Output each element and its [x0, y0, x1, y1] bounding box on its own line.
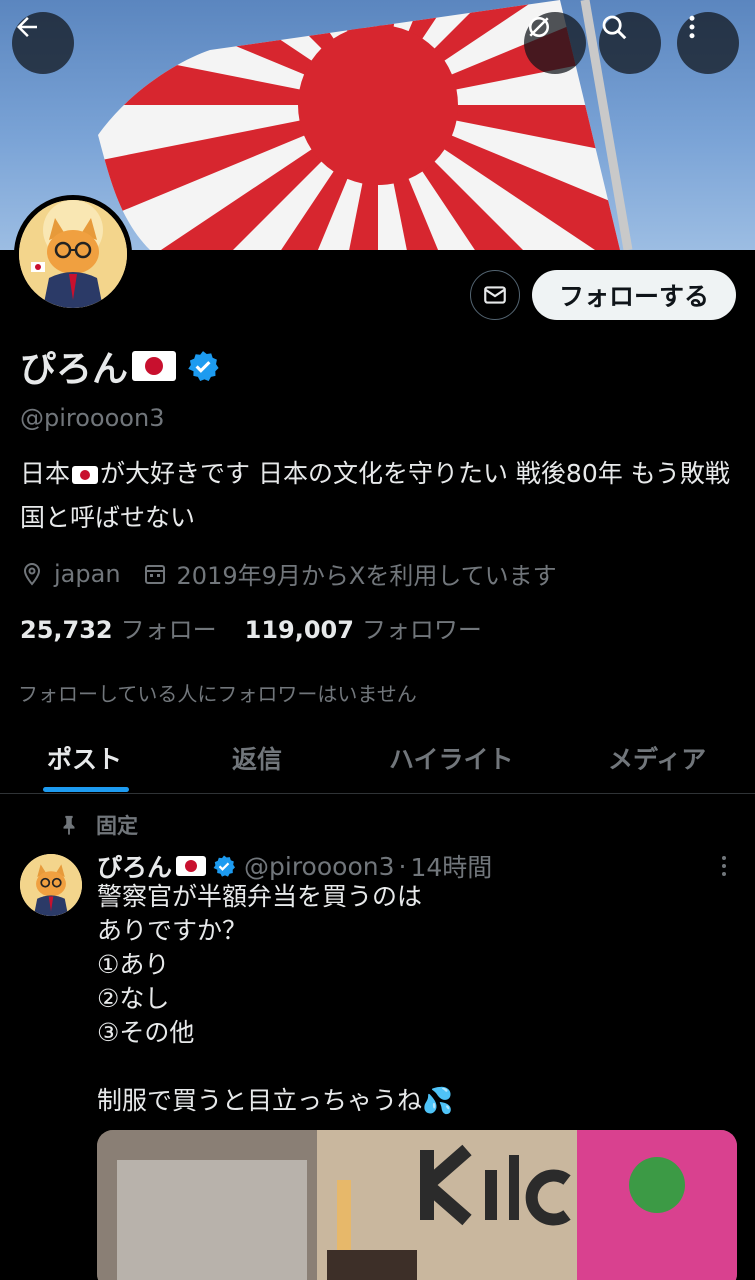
- followers-label: フォロワー: [361, 616, 482, 644]
- post-text: 警察官が半額弁当を買うのは ありですか？ ①あり ②なし ③その他 制服で買うと…: [97, 882, 454, 1115]
- mutual-followers-note: フォローしている人にフォロワーはいません: [18, 682, 417, 706]
- store-photo: [97, 1130, 737, 1280]
- post-separator: ·: [398, 851, 407, 881]
- follow-button[interactable]: フォローする: [532, 270, 736, 320]
- profile-name: ぴろん: [20, 349, 129, 390]
- envelope-icon: [484, 286, 506, 304]
- verified-badge-icon: [213, 855, 236, 877]
- tab-replies[interactable]: 返信: [232, 740, 282, 776]
- grok-button[interactable]: [524, 12, 586, 74]
- profile-tabs: ポスト 返信 ハイライト メディア: [0, 730, 755, 794]
- search-button[interactable]: [599, 12, 661, 74]
- more-vertical-icon: [689, 15, 695, 39]
- pinned-label: 固定: [96, 814, 138, 838]
- following-count: 25,732: [20, 616, 113, 644]
- post-author-avatar[interactable]: [20, 854, 82, 916]
- japan-flag-emoji: [72, 466, 99, 484]
- post-header: ぴろん @piroooon3 · 14時間: [97, 848, 492, 884]
- profile-bio: 日本 が大好きです 日本の文化を守りたい 戦後80年 もう敗戦国と呼ばせない: [20, 452, 735, 540]
- search-icon: [602, 15, 627, 40]
- profile-meta: japan 2019年9月からXを利用しています: [20, 556, 557, 591]
- following-link[interactable]: 25,732 フォロー: [20, 610, 217, 645]
- arrow-left-icon: [17, 17, 37, 37]
- post-media-image[interactable]: [97, 1130, 737, 1280]
- verified-badge-icon[interactable]: [186, 349, 220, 383]
- post-author-name[interactable]: ぴろん: [97, 848, 172, 884]
- followers-link[interactable]: 119,007 フォロワー: [245, 610, 482, 645]
- profile-stats: 25,732 フォロー 119,007 フォロワー: [20, 610, 510, 645]
- calendar-icon: [144, 564, 165, 584]
- profile-joined-date: 2019年9月からXを利用しています: [176, 562, 557, 590]
- message-button[interactable]: [470, 270, 520, 320]
- tab-media[interactable]: メディア: [608, 740, 706, 776]
- profile-handle: @piroooon3: [20, 404, 165, 432]
- cat-avatar-image: [20, 854, 82, 916]
- post-author-handle: @piroooon3: [244, 851, 395, 881]
- back-button[interactable]: [12, 12, 74, 74]
- bio-text-start: 日本: [20, 459, 71, 488]
- location-pin-icon: [23, 562, 41, 586]
- profile-avatar[interactable]: [14, 195, 132, 313]
- post-time[interactable]: 14時間: [410, 848, 492, 884]
- grok-icon: [529, 17, 549, 37]
- profile-location: japan: [54, 559, 121, 588]
- cat-avatar-image: [19, 200, 127, 308]
- followers-count: 119,007: [244, 616, 354, 644]
- more-button[interactable]: [677, 12, 739, 74]
- pin-icon: [63, 815, 75, 836]
- profile-name-row: ぴろん: [20, 340, 220, 392]
- japan-flag-emoji: [176, 856, 207, 876]
- bio-text-rest: が大好きです 日本の文化を守りたい 戦後80年 もう敗戦国と呼ばせない: [20, 459, 730, 532]
- post-more-icon[interactable]: [712, 852, 736, 880]
- following-label: フォロー: [120, 616, 217, 644]
- japan-flag-emoji: [132, 351, 177, 381]
- tab-posts[interactable]: ポスト: [47, 740, 122, 776]
- pinned-indicator: 固定: [58, 810, 138, 840]
- active-tab-indicator: [43, 787, 129, 792]
- tab-highlights[interactable]: ハイライト: [389, 740, 514, 776]
